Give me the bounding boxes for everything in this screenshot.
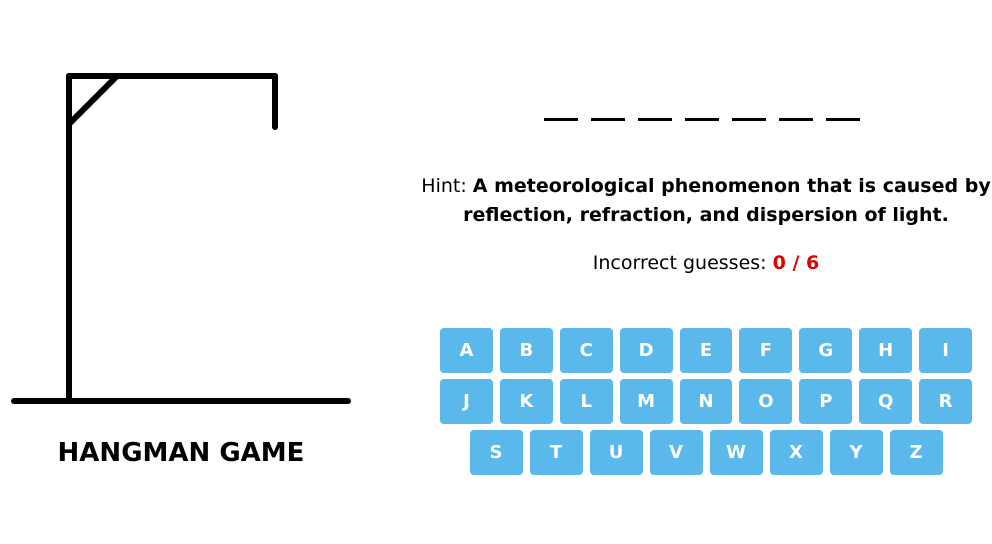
key-d[interactable]: D (619, 328, 673, 373)
letter-blank (732, 100, 766, 121)
hint-text: Hint: A meteorological phenomenon that i… (420, 172, 992, 230)
key-s[interactable]: S (469, 430, 523, 475)
hangman-game: HANGMAN GAME Hint: A meteorological phen… (0, 0, 992, 544)
key-a[interactable]: A (440, 328, 493, 373)
hint-content: A meteorological phenomenon that is caus… (463, 175, 991, 226)
hint-label: Hint: (421, 175, 467, 197)
key-h[interactable]: H (859, 328, 913, 373)
word-display (544, 100, 860, 121)
letter-blank (638, 100, 672, 121)
key-o[interactable]: O (739, 379, 793, 424)
key-u[interactable]: U (589, 430, 643, 475)
letter-blank (591, 100, 625, 121)
keyboard-row: STUVWXYZ (440, 430, 972, 475)
key-j[interactable]: J (440, 379, 493, 424)
letter-blank (779, 100, 813, 121)
key-t[interactable]: T (529, 430, 583, 475)
key-z[interactable]: Z (889, 430, 943, 475)
key-x[interactable]: X (769, 430, 823, 475)
key-m[interactable]: M (619, 379, 673, 424)
guesses-label: Incorrect guesses: (592, 252, 767, 274)
gallows-brace (66, 73, 120, 127)
key-p[interactable]: P (799, 379, 853, 424)
key-r[interactable]: R (919, 379, 973, 424)
letter-blank (826, 100, 860, 121)
key-c[interactable]: C (559, 328, 613, 373)
game-title: HANGMAN GAME (57, 438, 305, 468)
gallows-drawing (11, 73, 351, 404)
key-b[interactable]: B (499, 328, 553, 373)
letter-blank (685, 100, 719, 121)
key-l[interactable]: L (559, 379, 613, 424)
key-f[interactable]: F (739, 328, 793, 373)
key-k[interactable]: K (499, 379, 553, 424)
guesses-count: 0 / 6 (772, 252, 820, 274)
key-i[interactable]: I (919, 328, 973, 373)
key-v[interactable]: V (649, 430, 703, 475)
keyboard-row: ABCDEFGHI (440, 328, 973, 373)
incorrect-guesses: Incorrect guesses: 0 / 6 (420, 252, 992, 274)
letter-keyboard: ABCDEFGHI JKLMNOPQR STUVWXYZ (440, 328, 973, 481)
key-q[interactable]: Q (859, 379, 913, 424)
key-e[interactable]: E (679, 328, 733, 373)
key-n[interactable]: N (679, 379, 733, 424)
keyboard-row: JKLMNOPQR (440, 379, 973, 424)
letter-blank (544, 100, 578, 121)
key-w[interactable]: W (709, 430, 763, 475)
key-y[interactable]: Y (829, 430, 883, 475)
key-g[interactable]: G (799, 328, 853, 373)
